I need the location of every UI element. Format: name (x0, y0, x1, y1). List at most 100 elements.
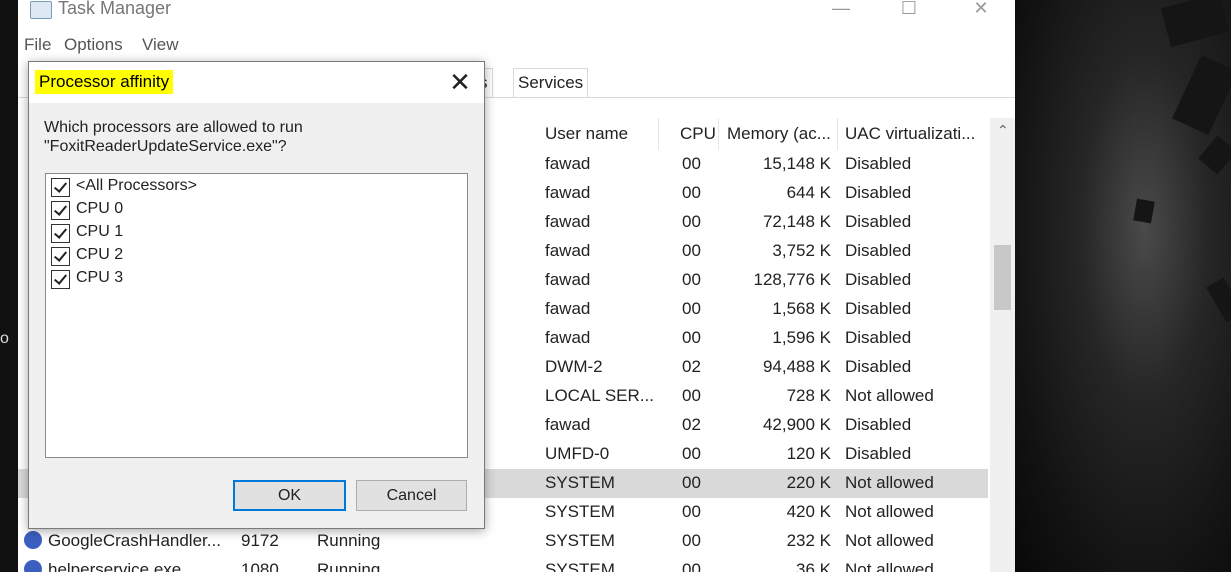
cell-memory: 94,488 K (762, 357, 831, 376)
cell-user: LOCAL SER... (545, 386, 654, 405)
process-icon (24, 560, 42, 572)
list-label: CPU 2 (76, 246, 124, 263)
checkbox-cpu-3[interactable] (51, 270, 70, 289)
dialog-body: Which processors are allowed to run "Fox… (29, 103, 484, 528)
cell-memory: 1,596 K (772, 328, 831, 347)
cell-cpu: 00 (682, 212, 701, 231)
cell-pid: 1080 (241, 560, 279, 572)
maximize-button[interactable]: ☐ (886, 0, 932, 22)
tab-services[interactable]: Services (513, 68, 589, 97)
cell-uac: Disabled (845, 444, 912, 463)
cell-uac: Disabled (845, 299, 912, 318)
vertical-scrollbar[interactable]: ⌃ (990, 118, 1015, 572)
cell-uac: Not allowed (845, 386, 934, 405)
cell-user: fawad (545, 154, 591, 173)
cell-memory: 15,148 K (762, 154, 831, 173)
checkbox-all-processors[interactable] (51, 178, 70, 197)
list-label: CPU 1 (76, 223, 124, 240)
cell-memory: 220 K (786, 473, 831, 492)
table-row[interactable]: GoogleCrashHandler... 9172 Running SYSTEM 00… (18, 527, 988, 556)
cell-status: Running (317, 560, 381, 572)
col-cpu[interactable]: CPU (680, 124, 716, 144)
minimize-button[interactable]: — (818, 0, 864, 22)
title-bar[interactable]: Task Manager — ☐ ✕ (18, 0, 1015, 26)
processor-list: <All Processors> CPU 0 CPU 1 CPU 2 CPU 3 (45, 173, 468, 458)
background-window-edge: o (0, 0, 18, 572)
cell-uac: Disabled (845, 415, 912, 434)
cell-memory: 36 K (796, 560, 831, 572)
cell-user: fawad (545, 270, 591, 289)
cell-uac: Not allowed (845, 502, 934, 521)
cell-uac: Disabled (845, 357, 912, 376)
window-title: Task Manager (58, 0, 172, 18)
column-divider (718, 118, 719, 150)
cell-user: fawad (545, 415, 591, 434)
process-icon (24, 531, 42, 549)
checkbox-cpu-2[interactable] (51, 247, 70, 266)
close-button[interactable]: ✕ (958, 0, 1004, 22)
cell-memory: 1,568 K (772, 299, 831, 318)
cell-cpu: 00 (682, 560, 701, 572)
cell-memory: 420 K (786, 502, 831, 521)
cell-memory: 644 K (786, 183, 831, 202)
cell-uac: Not allowed (845, 531, 934, 550)
cell-memory: 128,776 K (753, 270, 831, 289)
prompt-line-2: "FoxitReaderUpdateService.exe"? (44, 138, 287, 155)
cell-cpu: 00 (682, 183, 701, 202)
cell-memory: 728 K (786, 386, 831, 405)
cell-pid: 9172 (241, 531, 279, 550)
cell-cpu: 00 (682, 473, 701, 492)
cell-cpu: 00 (682, 531, 701, 550)
cell-uac: Disabled (845, 212, 912, 231)
cell-uac: Disabled (845, 270, 912, 289)
ok-button[interactable]: OK (233, 480, 346, 511)
column-divider (837, 118, 838, 150)
cell-cpu: 00 (682, 299, 701, 318)
cell-memory: 42,900 K (762, 415, 831, 434)
table-row[interactable]: helperservice.exe 1080 Running SYSTEM 00 36 K… (18, 556, 988, 572)
desktop-wallpaper (1015, 0, 1231, 572)
cell-user: fawad (545, 241, 591, 260)
edge-glyph: o (0, 330, 9, 347)
cell-uac: Disabled (845, 154, 912, 173)
dialog-title: Processor affinity (35, 70, 174, 94)
prompt-line-1: Which processors are allowed to run (44, 119, 303, 136)
cell-user: SYSTEM (545, 560, 615, 572)
cell-uac: Disabled (845, 328, 912, 347)
col-memory[interactable]: Memory (ac... (727, 124, 831, 144)
dialog-close-icon[interactable]: ✕ (437, 62, 483, 102)
cell-cpu: 00 (682, 502, 701, 521)
menu-file[interactable]: File (24, 35, 51, 55)
cell-uac: Not allowed (845, 473, 934, 492)
cell-user: fawad (545, 328, 591, 347)
cell-user: DWM-2 (545, 357, 603, 376)
col-uac[interactable]: UAC virtualizati... (845, 124, 975, 144)
cell-cpu: 00 (682, 386, 701, 405)
cell-cpu: 02 (682, 357, 701, 376)
task-manager-icon (30, 1, 52, 19)
scroll-thumb[interactable] (994, 245, 1011, 310)
processor-affinity-dialog: Processor affinity ✕ Which processors ar… (28, 61, 485, 529)
list-label: CPU 0 (76, 200, 124, 217)
menu-options[interactable]: Options (64, 35, 123, 55)
scroll-up-icon[interactable]: ⌃ (997, 122, 1009, 139)
dialog-prompt: Which processors are allowed to run "Fox… (44, 118, 303, 156)
list-label: <All Processors> (76, 177, 197, 194)
cell-uac: Disabled (845, 183, 912, 202)
column-divider (658, 118, 659, 150)
col-user-name[interactable]: User name (545, 124, 628, 144)
cell-cpu: 00 (682, 270, 701, 289)
cell-uac: Disabled (845, 241, 912, 260)
cell-cpu: 00 (682, 154, 701, 173)
checkbox-cpu-1[interactable] (51, 224, 70, 243)
cell-user: fawad (545, 183, 591, 202)
cell-user: SYSTEM (545, 531, 615, 550)
cell-memory: 72,148 K (762, 212, 831, 231)
checkbox-cpu-0[interactable] (51, 201, 70, 220)
cell-user: SYSTEM (545, 473, 615, 492)
menu-view[interactable]: View (142, 35, 179, 55)
cell-cpu: 00 (682, 444, 701, 463)
cell-cpu: 02 (682, 415, 701, 434)
cell-cpu: 00 (682, 241, 701, 260)
cancel-button[interactable]: Cancel (356, 480, 467, 511)
